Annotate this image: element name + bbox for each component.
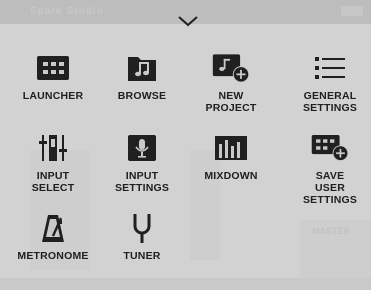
music-folder-icon — [122, 50, 162, 86]
save-settings-icon — [310, 130, 350, 166]
menu-item-label: SAVE USER SETTINGS — [302, 170, 358, 206]
launcher-grid-icon — [33, 50, 73, 86]
menu-item-tuner[interactable]: TUNER — [99, 210, 185, 290]
metronome-icon — [33, 210, 73, 246]
background-top-right-control — [341, 6, 363, 16]
mixdown-bars-icon — [211, 130, 251, 166]
chevron-down-icon — [178, 16, 198, 27]
menu-item-browse[interactable]: BROWSE — [99, 50, 185, 130]
menu-item-metronome[interactable]: METRONOME — [10, 210, 96, 290]
microphone-icon — [122, 130, 162, 166]
menu-item-new-project[interactable]: NEW PROJECT — [188, 50, 274, 130]
menu-item-label: BROWSE — [117, 90, 167, 102]
menu-item-label: LAUNCHER — [22, 90, 84, 102]
list-settings-icon — [310, 50, 350, 86]
menu-item-label: INPUT SETTINGS — [114, 170, 170, 194]
menu-item-label: METRONOME — [17, 250, 89, 262]
input-select-icon — [33, 130, 73, 166]
menu-item-input-select[interactable]: INPUT SELECT — [10, 130, 96, 210]
background-master-label: MASTER — [312, 226, 350, 236]
menu-item-input-settings[interactable]: INPUT SETTINGS — [99, 130, 185, 210]
menu-item-label: GENERAL SETTINGS — [302, 90, 358, 114]
menu-item-launcher[interactable]: LAUNCHER — [10, 50, 96, 130]
menu-item-label: INPUT SELECT — [31, 170, 75, 194]
menu-item-label: TUNER — [123, 250, 161, 262]
new-project-icon — [211, 50, 251, 86]
menu-item-save-user-settings[interactable]: SAVE USER SETTINGS — [287, 130, 371, 210]
collapse-menu-button[interactable] — [176, 13, 200, 29]
menu-item-mixdown[interactable]: MIXDOWN — [188, 130, 274, 210]
menu-item-general-settings[interactable]: GENERAL SETTINGS — [287, 50, 371, 130]
menu-item-label: MIXDOWN — [204, 170, 258, 182]
background-title: Spark Studio — [30, 6, 104, 17]
menu-item-label: NEW PROJECT — [205, 90, 257, 114]
tuning-fork-icon — [122, 210, 162, 246]
